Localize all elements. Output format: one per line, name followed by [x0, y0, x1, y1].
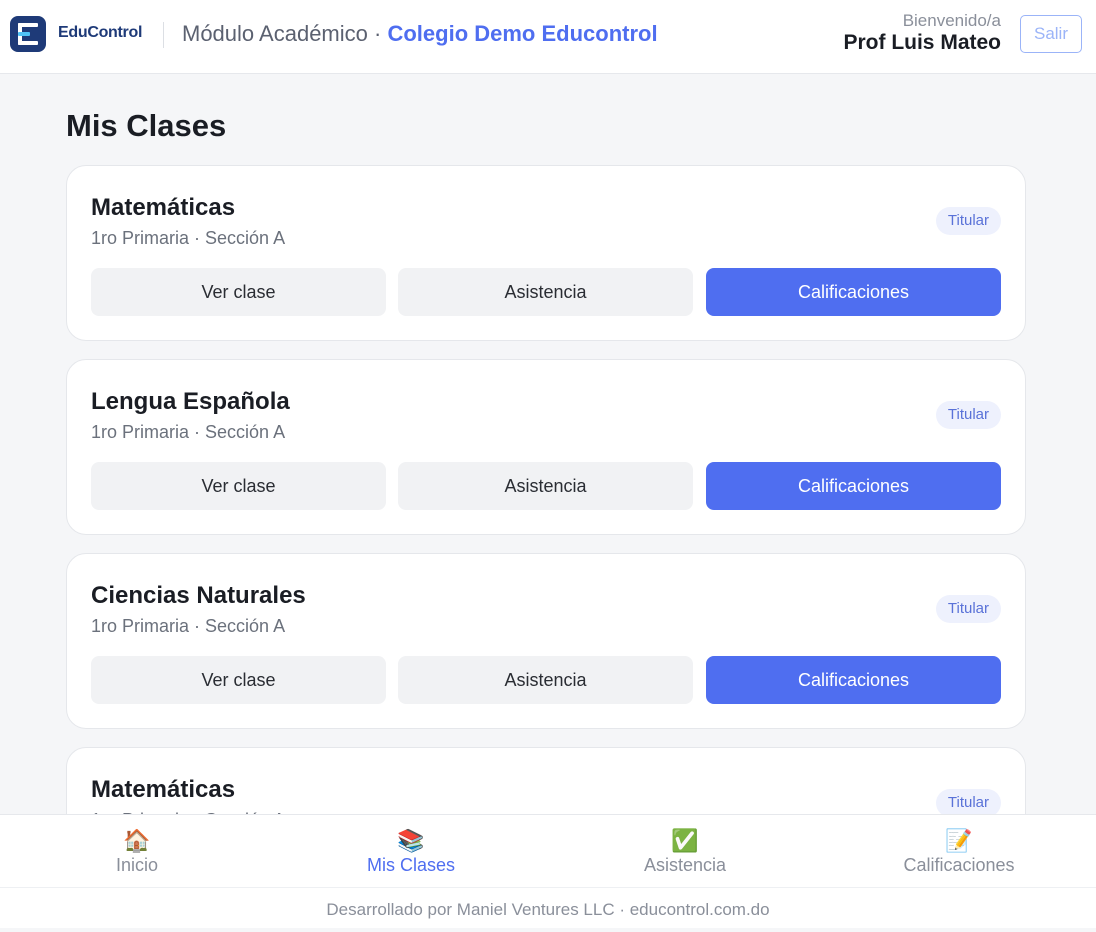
view-class-button[interactable]: Ver clase: [91, 462, 386, 510]
nav-item-inicio[interactable]: 🏠 Inicio: [0, 815, 274, 887]
nav-label: Inicio: [115, 855, 159, 875]
title-separator: ·: [374, 21, 382, 46]
nav-label: Calificaciones: [903, 855, 1015, 875]
nav-item-asistencia[interactable]: ✅ Asistencia: [548, 815, 822, 887]
house-icon: 🏠: [123, 828, 151, 853]
role-badge: Titular: [935, 401, 1001, 429]
view-class-button[interactable]: Ver clase: [91, 268, 386, 316]
welcome-label: Bienvenido/a: [902, 11, 1001, 30]
check-icon: ✅: [671, 828, 699, 853]
nav-item-calificaciones[interactable]: 📝 Calificaciones: [822, 815, 1096, 887]
module-name: Módulo Académico: [182, 21, 368, 46]
class-meta: 1ro Primaria · Sección A: [91, 616, 286, 636]
class-meta: 1ro Primaria · Sección A: [91, 422, 286, 442]
class-card: Matemáticas 1ro Primaria · Sección A Tit…: [66, 747, 1026, 814]
class-subject: Lengua Española: [91, 388, 290, 415]
brand-name: EduControl: [58, 24, 143, 41]
school-name: Colegio Demo Educontrol: [387, 21, 658, 46]
user-name: Prof Luis Mateo: [843, 31, 1001, 54]
role-badge: Titular: [935, 595, 1001, 623]
nav-item-mis-clases[interactable]: 📚 Mis Clases: [274, 815, 548, 887]
class-subject: Matemáticas: [91, 194, 236, 221]
class-subject: Ciencias Naturales: [91, 582, 306, 609]
nav-label: Mis Clases: [366, 855, 455, 875]
role-badge: Titular: [935, 207, 1001, 235]
user-welcome: Bienvenido/a Prof Luis Mateo: [843, 11, 1001, 55]
footer-text: Desarrollado por Maniel Ventures LLC · e…: [326, 900, 770, 919]
header-divider: [163, 22, 164, 48]
grades-button[interactable]: Calificaciones: [706, 656, 1001, 704]
nav-label: Asistencia: [643, 855, 727, 875]
class-meta: 1ro Primaria · Sección A: [91, 228, 286, 248]
footer: Desarrollado por Maniel Ventures LLC · e…: [0, 887, 1096, 928]
books-icon: 📚: [397, 828, 425, 853]
top-header: EduControl Módulo Académico · Colegio De…: [0, 0, 1096, 74]
attendance-button[interactable]: Asistencia: [398, 268, 693, 316]
class-card: Ciencias Naturales 1ro Primaria · Secció…: [66, 553, 1026, 729]
class-card: Lengua Española 1ro Primaria · Sección A…: [66, 359, 1026, 535]
grades-button[interactable]: Calificaciones: [706, 462, 1001, 510]
attendance-button[interactable]: Asistencia: [398, 462, 693, 510]
role-badge: Titular: [935, 789, 1001, 814]
memo-icon: 📝: [945, 828, 973, 853]
grades-button[interactable]: Calificaciones: [706, 268, 1001, 316]
view-class-button[interactable]: Ver clase: [91, 656, 386, 704]
educontrol-logo-icon: [10, 16, 46, 52]
class-list[interactable]: Matemáticas 1ro Primaria · Sección A Tit…: [66, 165, 1026, 814]
bottom-nav: 🏠 Inicio 📚 Mis Clases ✅ Asistencia 📝 Cal…: [0, 814, 1096, 887]
class-card: Matemáticas 1ro Primaria · Sección A Tit…: [66, 165, 1026, 341]
logout-button[interactable]: Salir: [1020, 15, 1082, 53]
class-subject: Matemáticas: [91, 776, 236, 803]
attendance-button[interactable]: Asistencia: [398, 656, 693, 704]
module-title: Módulo Académico · Colegio Demo Educontr…: [182, 21, 658, 47]
page-title: Mis Clases: [66, 108, 227, 143]
